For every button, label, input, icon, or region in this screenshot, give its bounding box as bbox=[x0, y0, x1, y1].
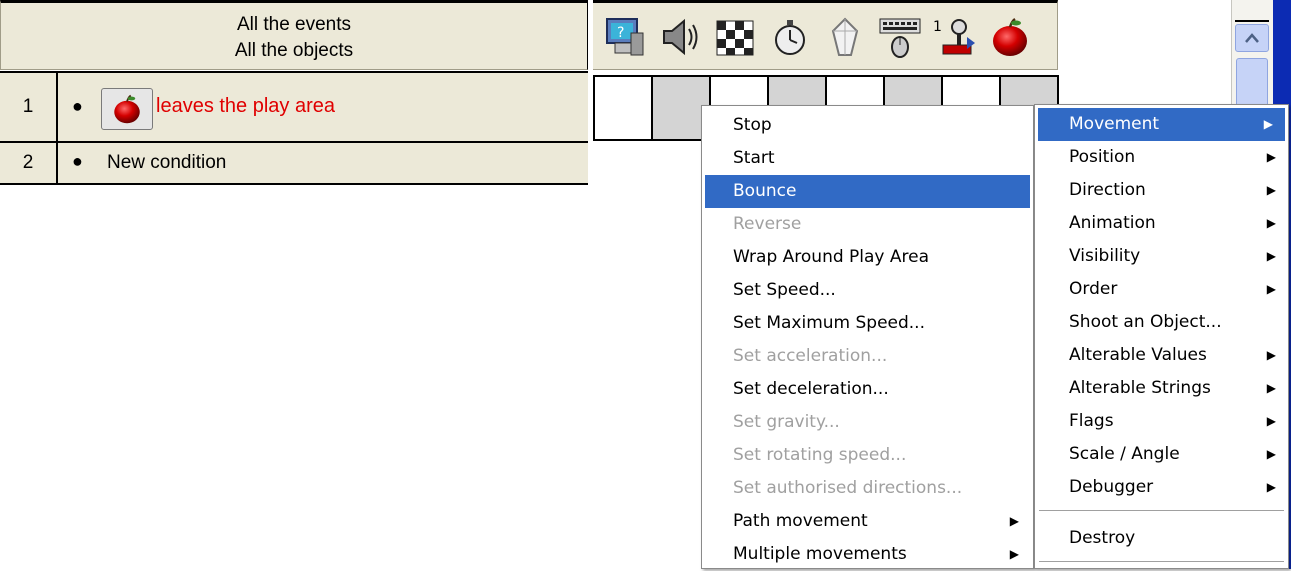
menu-item-direction[interactable]: Direction ▶ bbox=[1035, 174, 1288, 207]
menu-item-label: Scale / Angle bbox=[1069, 444, 1180, 464]
keyboard-mouse-icon[interactable] bbox=[874, 9, 926, 65]
submenu-arrow-icon: ▶ bbox=[1266, 381, 1276, 395]
action-cell[interactable] bbox=[595, 77, 653, 139]
menu-item-debugger[interactable]: Debugger ▶ bbox=[1035, 471, 1288, 504]
new-condition-text[interactable]: New condition bbox=[107, 152, 226, 174]
submenu-arrow-icon: ▶ bbox=[1266, 282, 1276, 296]
event-number: 1 bbox=[0, 73, 58, 141]
apple-object-icon[interactable] bbox=[984, 9, 1036, 65]
menu-item-label: Alterable Values bbox=[1069, 345, 1207, 365]
submenu-arrow-icon: ▶ bbox=[1266, 216, 1276, 230]
crystal-icon[interactable] bbox=[819, 9, 871, 65]
menu-item-set-gravity[interactable]: Set gravity... bbox=[702, 406, 1033, 439]
menu-item-stop[interactable]: Stop bbox=[702, 109, 1033, 142]
svg-text:?: ? bbox=[617, 25, 624, 41]
menu-item-alterable-values[interactable]: Alterable Values ▶ bbox=[1035, 339, 1288, 372]
object-icons-header: ? 1 bbox=[593, 0, 1058, 70]
event-row-1[interactable]: 1 ● leaves the play area bbox=[0, 71, 588, 143]
stopwatch-icon[interactable] bbox=[764, 9, 816, 65]
menu-item-path-movement[interactable]: Path movement ▶ bbox=[702, 505, 1033, 538]
menu-item-start[interactable]: Start bbox=[702, 142, 1033, 175]
submenu-arrow-icon: ▶ bbox=[1009, 514, 1019, 528]
menu-item-set-max-speed[interactable]: Set Maximum Speed... bbox=[702, 307, 1033, 340]
submenu-arrow-icon: ▶ bbox=[1266, 414, 1276, 428]
menu-item-set-rotating-speed[interactable]: Set rotating speed... bbox=[702, 439, 1033, 472]
menu-item-set-speed[interactable]: Set Speed... bbox=[702, 274, 1033, 307]
menu-item-destroy[interactable]: Destroy bbox=[1035, 522, 1288, 555]
menu-item-reverse[interactable]: Reverse bbox=[702, 208, 1033, 241]
events-header-line1: All the events bbox=[236, 14, 352, 35]
speaker-icon[interactable] bbox=[654, 9, 706, 65]
action-context-menu: Stop Start Bounce Reverse Wrap Around Pl… bbox=[701, 105, 1034, 569]
menu-item-label: Debugger bbox=[1069, 477, 1154, 497]
computer-question-icon[interactable]: ? bbox=[599, 9, 651, 65]
menu-item-label: Animation bbox=[1069, 213, 1156, 233]
menu-item-bounce[interactable]: Bounce bbox=[705, 175, 1030, 208]
menu-item-animation[interactable]: Animation ▶ bbox=[1035, 207, 1288, 240]
menu-item-set-deceleration[interactable]: Set deceleration... bbox=[702, 373, 1033, 406]
scrollbar-top-edge bbox=[1235, 0, 1269, 22]
apple-object-icon bbox=[101, 88, 153, 130]
menu-item-label: Path movement bbox=[733, 511, 868, 531]
menu-item-label: Movement bbox=[1069, 114, 1160, 134]
event-row-2[interactable]: 2 ● New condition bbox=[0, 143, 588, 185]
chessboard-icon[interactable] bbox=[709, 9, 761, 65]
menu-item-multiple-movements[interactable]: Multiple movements ▶ bbox=[702, 538, 1033, 571]
submenu-arrow-icon: ▶ bbox=[1266, 183, 1276, 197]
menu-item-flags[interactable]: Flags ▶ bbox=[1035, 405, 1288, 438]
menu-item-label: Multiple movements bbox=[733, 544, 907, 564]
submenu-arrow-icon: ▶ bbox=[1263, 117, 1273, 131]
scroll-up-button[interactable] bbox=[1235, 24, 1269, 52]
menu-item-label: Visibility bbox=[1069, 246, 1141, 266]
joystick-player-icon[interactable]: 1 bbox=[929, 9, 981, 65]
submenu-arrow-icon: ▶ bbox=[1266, 480, 1276, 494]
menu-separator bbox=[1039, 561, 1284, 562]
submenu-arrow-icon: ▶ bbox=[1009, 547, 1019, 561]
submenu-arrow-icon: ▶ bbox=[1266, 447, 1276, 461]
menu-item-label: Alterable Strings bbox=[1069, 378, 1211, 398]
category-menu: Movement ▶ Position ▶ Direction ▶ Animat… bbox=[1034, 104, 1289, 569]
menu-item-alterable-strings[interactable]: Alterable Strings ▶ bbox=[1035, 372, 1288, 405]
submenu-arrow-icon: ▶ bbox=[1266, 348, 1276, 362]
menu-item-set-acceleration[interactable]: Set acceleration... bbox=[702, 340, 1033, 373]
menu-item-wrap-around[interactable]: Wrap Around Play Area bbox=[702, 241, 1033, 274]
menu-item-label: Order bbox=[1069, 279, 1118, 299]
bullet: ● bbox=[72, 151, 83, 171]
svg-text:1: 1 bbox=[933, 19, 942, 35]
condition-text[interactable]: leaves the play area bbox=[156, 95, 335, 118]
menu-item-set-authorised-directions[interactable]: Set authorised directions... bbox=[702, 472, 1033, 505]
menu-item-position[interactable]: Position ▶ bbox=[1035, 141, 1288, 174]
events-header: All the events All the objects bbox=[0, 0, 588, 70]
submenu-arrow-icon: ▶ bbox=[1266, 150, 1276, 164]
menu-item-visibility[interactable]: Visibility ▶ bbox=[1035, 240, 1288, 273]
menu-item-label: Position bbox=[1069, 147, 1136, 167]
submenu-arrow-icon: ▶ bbox=[1266, 249, 1276, 263]
chevron-up-icon bbox=[1245, 33, 1259, 43]
event-number: 2 bbox=[0, 143, 58, 183]
menu-item-movement[interactable]: Movement ▶ bbox=[1038, 108, 1285, 141]
menu-item-order[interactable]: Order ▶ bbox=[1035, 273, 1288, 306]
menu-item-shoot-an-object[interactable]: Shoot an Object... bbox=[1035, 306, 1288, 339]
menu-item-label: Direction bbox=[1069, 180, 1146, 200]
menu-item-scale-angle[interactable]: Scale / Angle ▶ bbox=[1035, 438, 1288, 471]
menu-item-label: Flags bbox=[1069, 411, 1114, 431]
bullet: ● bbox=[72, 96, 83, 116]
events-header-line2: All the objects bbox=[234, 40, 354, 61]
menu-separator bbox=[1039, 510, 1284, 511]
